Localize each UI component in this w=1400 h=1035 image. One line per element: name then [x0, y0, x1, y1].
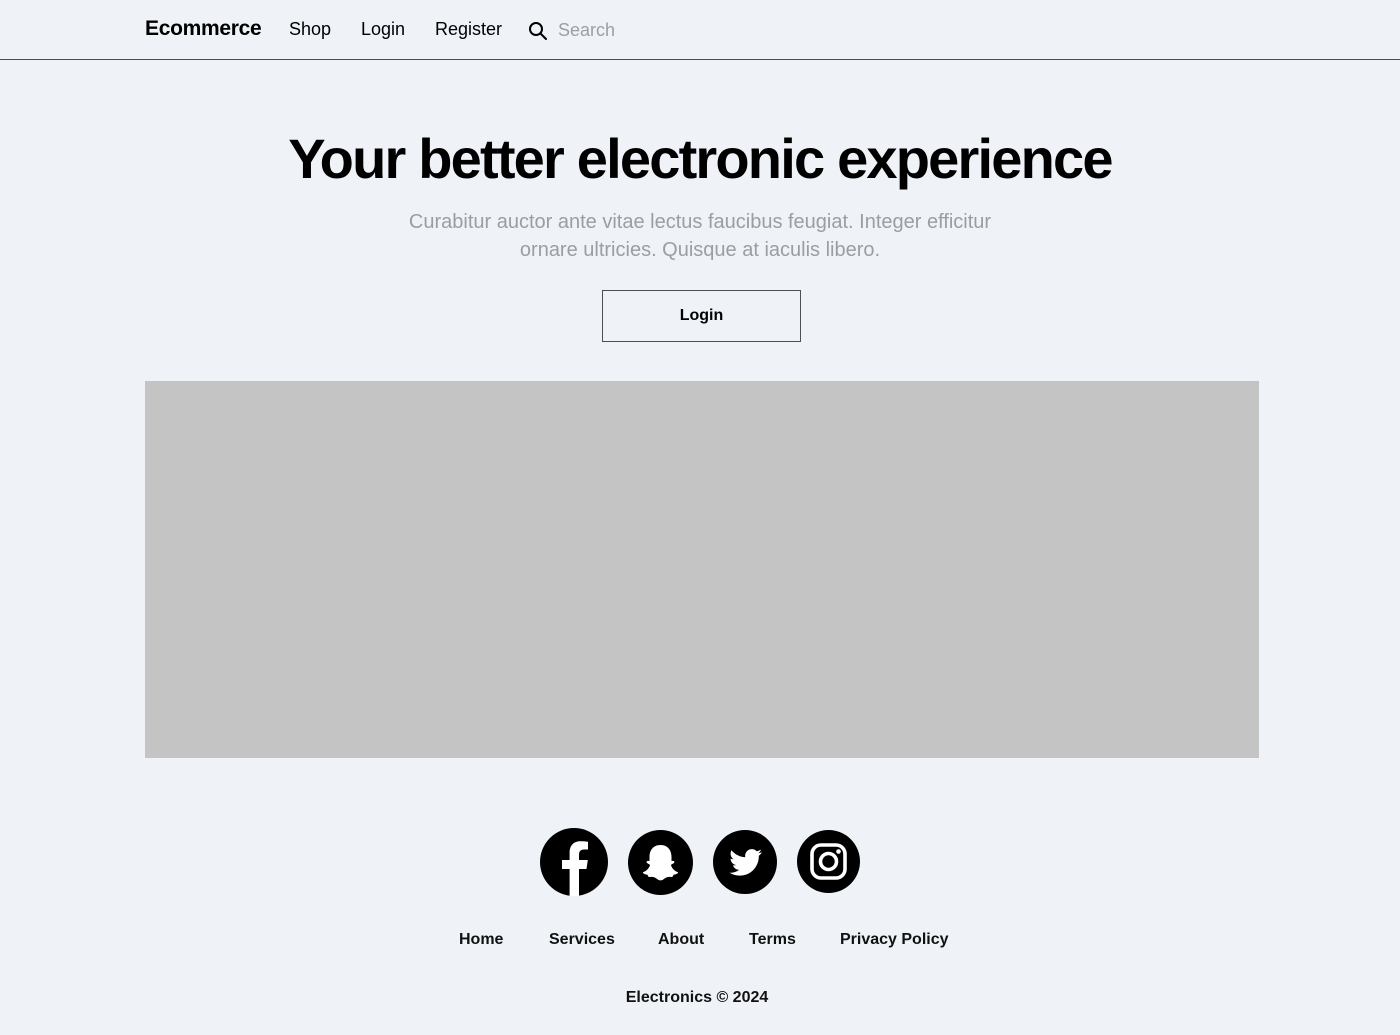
- nav-link-login[interactable]: Login: [361, 19, 405, 40]
- nav-link-shop[interactable]: Shop: [289, 19, 331, 40]
- hero-title: Your better electronic experience: [288, 127, 1113, 190]
- hero-image-placeholder: [145, 381, 1259, 758]
- navbar: Ecommerce Shop Login Register: [0, 0, 1400, 60]
- footer-link-services[interactable]: Services: [549, 931, 615, 949]
- twitter-icon[interactable]: [713, 830, 777, 894]
- search-input[interactable]: [552, 16, 764, 44]
- hero-subtitle: Curabitur auctor ante vitae lectus fauci…: [408, 211, 992, 261]
- footer-link-home[interactable]: Home: [459, 931, 503, 949]
- instagram-icon[interactable]: [797, 830, 860, 893]
- snapchat-icon[interactable]: [628, 830, 693, 895]
- copyright-text: Electronics © 2024: [625, 989, 769, 1006]
- footer-link-about[interactable]: About: [658, 931, 704, 949]
- brand-logo[interactable]: Ecommerce: [145, 17, 262, 41]
- facebook-icon[interactable]: [540, 828, 608, 896]
- login-button[interactable]: Login: [602, 290, 801, 342]
- nav-link-register[interactable]: Register: [435, 19, 502, 40]
- footer-link-privacy-policy[interactable]: Privacy Policy: [840, 931, 949, 949]
- search-icon[interactable]: [528, 21, 548, 41]
- footer-link-terms[interactable]: Terms: [749, 931, 796, 949]
